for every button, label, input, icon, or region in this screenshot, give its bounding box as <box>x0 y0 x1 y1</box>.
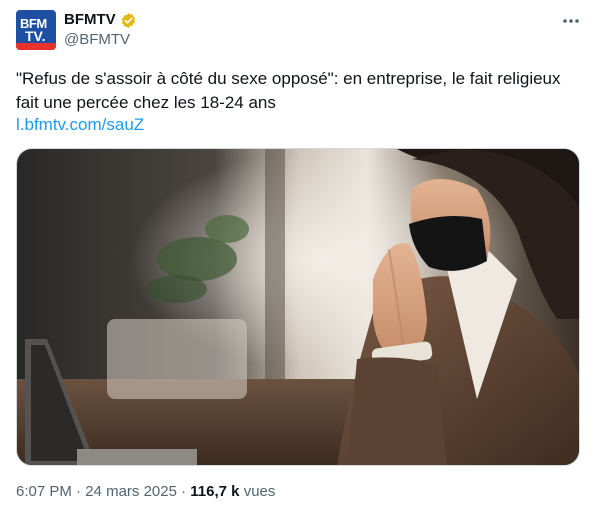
views-count[interactable]: 116,7 k <box>190 483 239 500</box>
meta-separator: · <box>76 483 82 500</box>
avatar-text-line2: TV. <box>25 28 46 44</box>
tweet-meta: 6:07 PM · 24 mars 2025 · 116,7 k vues <box>16 483 275 501</box>
tweet-date[interactable]: 24 mars 2025 <box>85 483 177 500</box>
display-name[interactable]: BFMTV <box>64 11 116 29</box>
photo-woman-praying-masked <box>17 149 579 465</box>
avatar[interactable]: BFM TV. <box>16 10 56 50</box>
tweet-time[interactable]: 6:07 PM <box>16 483 72 500</box>
avatar-stripe <box>16 43 56 50</box>
more-horizontal-icon <box>563 19 579 23</box>
tweet-text: "Refus de s'assoir à côté du sexe opposé… <box>16 69 561 112</box>
views-label: vues <box>243 483 276 500</box>
more-options-button[interactable] <box>558 8 584 34</box>
meta-separator: · <box>181 483 187 500</box>
author-name-row: BFMTV <box>64 11 137 29</box>
tweet-media-photo[interactable] <box>16 148 580 466</box>
tweet-link[interactable]: l.bfmtv.com/sauZ <box>16 114 144 136</box>
author-handle[interactable]: @BFMTV <box>64 31 130 49</box>
verified-badge-icon[interactable] <box>120 12 137 29</box>
